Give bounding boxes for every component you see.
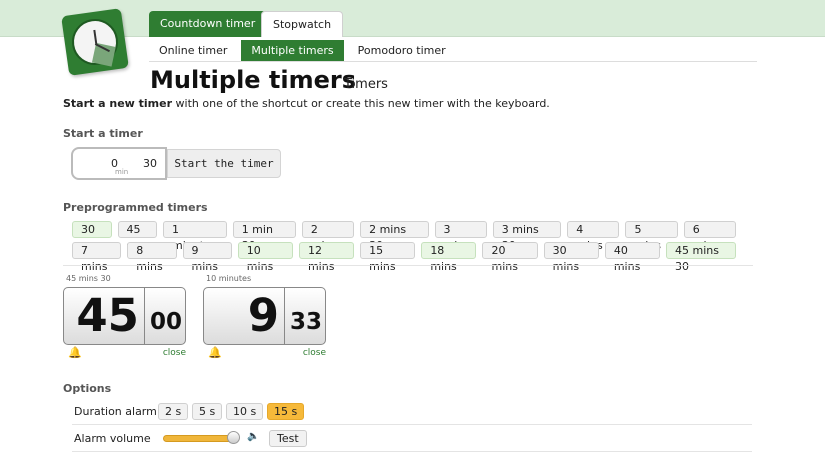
timer-seconds: 33 bbox=[290, 309, 323, 335]
timer-minutes: 45 bbox=[76, 289, 139, 342]
duration-15s-button[interactable]: 15 s bbox=[267, 403, 305, 420]
timer-caption: 10 minutes bbox=[206, 274, 252, 283]
preset-button[interactable]: 1 minute bbox=[163, 221, 227, 252]
timer-card: 10 minutes 9 33 🔔 close bbox=[203, 274, 326, 359]
timer-caption: 45 mins 30 bbox=[66, 274, 111, 283]
preset-button[interactable]: 2 mins bbox=[301, 221, 355, 252]
preset-button[interactable]: 3 mins 30 bbox=[492, 221, 562, 252]
subtab-multiple-timers[interactable]: Multiple timers bbox=[241, 40, 344, 61]
options-section-label: Options bbox=[63, 382, 112, 395]
preset-button[interactable]: 45 s bbox=[117, 221, 158, 252]
volume-slider-track[interactable] bbox=[163, 435, 237, 442]
preset-list: 30 s45 s1 minute1 min 302 mins2 mins 303… bbox=[72, 221, 742, 273]
bell-icon[interactable]: 🔔 bbox=[68, 346, 82, 359]
alarm-volume-label: Alarm volume bbox=[74, 432, 151, 445]
sub-navigation: Online timer Multiple timers Pomodoro ti… bbox=[149, 40, 757, 62]
start-section-label: Start a timer bbox=[63, 127, 143, 140]
duration-alarm-label: Duration alarm bbox=[74, 405, 157, 418]
preset-button[interactable]: 20 mins bbox=[482, 242, 538, 273]
duration-alarm-row: Duration alarm 2 s 5 s 10 s 15 s bbox=[72, 400, 752, 425]
close-timer-link[interactable]: close bbox=[163, 348, 186, 358]
preset-button[interactable]: 30 mins bbox=[543, 242, 599, 273]
alarm-volume-row: Alarm volume 🔈 Test bbox=[72, 427, 752, 452]
preset-button[interactable]: 12 mins bbox=[298, 242, 355, 273]
duration-10s-button[interactable]: 10 s bbox=[226, 403, 264, 420]
preset-button[interactable]: 4 mins bbox=[567, 221, 620, 252]
page-subtitle: Timers bbox=[344, 77, 388, 92]
bell-icon[interactable]: 🔔 bbox=[208, 346, 222, 359]
clock-logo-icon[interactable] bbox=[61, 8, 129, 76]
start-timer-button[interactable]: Start the timer bbox=[167, 149, 281, 178]
page-title: Multiple timers bbox=[150, 66, 357, 94]
timer-seconds: 00 bbox=[150, 309, 183, 335]
minutes-unit-label: min bbox=[115, 168, 129, 176]
preset-button[interactable]: 10 mins bbox=[237, 242, 293, 273]
tab-countdown-timer[interactable]: Countdown timer bbox=[149, 11, 267, 37]
preset-button[interactable]: 40 mins bbox=[604, 242, 660, 273]
preset-button[interactable]: 5 mins bbox=[625, 221, 678, 252]
preset-button[interactable]: 30 s bbox=[72, 221, 112, 252]
preset-button[interactable]: 18 mins bbox=[421, 242, 477, 273]
timer-seconds-panel: 00 bbox=[144, 287, 186, 345]
preset-button[interactable]: 3 mins bbox=[434, 221, 487, 252]
timer-card: 45 mins 30 45 00 🔔 close bbox=[63, 274, 186, 359]
timer-input[interactable]: 0 min 30 bbox=[71, 147, 167, 180]
timer-minutes-panel: 45 bbox=[63, 287, 145, 345]
preset-button[interactable]: 45 mins 30 bbox=[666, 242, 736, 273]
test-alarm-button[interactable]: Test bbox=[269, 430, 307, 447]
divider bbox=[63, 265, 753, 266]
intro-text: Start a new timer with one of the shortc… bbox=[63, 97, 550, 110]
subtab-online-timer[interactable]: Online timer bbox=[149, 40, 237, 61]
timer-minutes-panel: 9 bbox=[203, 287, 285, 345]
timer-minutes: 9 bbox=[247, 289, 279, 342]
subtab-pomodoro-timer[interactable]: Pomodoro timer bbox=[348, 40, 456, 61]
close-timer-link[interactable]: close bbox=[303, 348, 326, 358]
clock-face bbox=[69, 16, 121, 68]
tab-stopwatch[interactable]: Stopwatch bbox=[261, 11, 344, 37]
preset-button[interactable]: 1 min 30 bbox=[232, 221, 296, 252]
preset-button[interactable]: 8 mins bbox=[127, 242, 177, 273]
preset-button[interactable]: 15 mins bbox=[360, 242, 416, 273]
preset-button[interactable]: 2 mins 30 bbox=[360, 221, 429, 252]
volume-slider-handle[interactable] bbox=[227, 431, 241, 444]
seconds-field[interactable]: 30 bbox=[143, 157, 157, 170]
timer-seconds-panel: 33 bbox=[284, 287, 326, 345]
preset-button[interactable]: 9 mins bbox=[182, 242, 232, 273]
duration-2s-button[interactable]: 2 s bbox=[158, 403, 189, 420]
speaker-icon: 🔈 bbox=[247, 431, 260, 442]
preset-row-1: 30 s45 s1 minute1 min 302 mins2 mins 303… bbox=[72, 221, 742, 252]
duration-5s-button[interactable]: 5 s bbox=[192, 403, 223, 420]
preset-button[interactable]: 6 mins bbox=[683, 221, 736, 252]
presets-section-label: Preprogrammed timers bbox=[63, 201, 208, 214]
intro-rest: with one of the shortcut or create this … bbox=[172, 97, 550, 110]
intro-bold: Start a new timer bbox=[63, 97, 173, 110]
preset-row-2: 7 mins 8 mins 9 mins 10 mins 12 mins 15 mins 1… bbox=[72, 242, 742, 273]
preset-button[interactable]: 7 mins bbox=[72, 242, 122, 273]
